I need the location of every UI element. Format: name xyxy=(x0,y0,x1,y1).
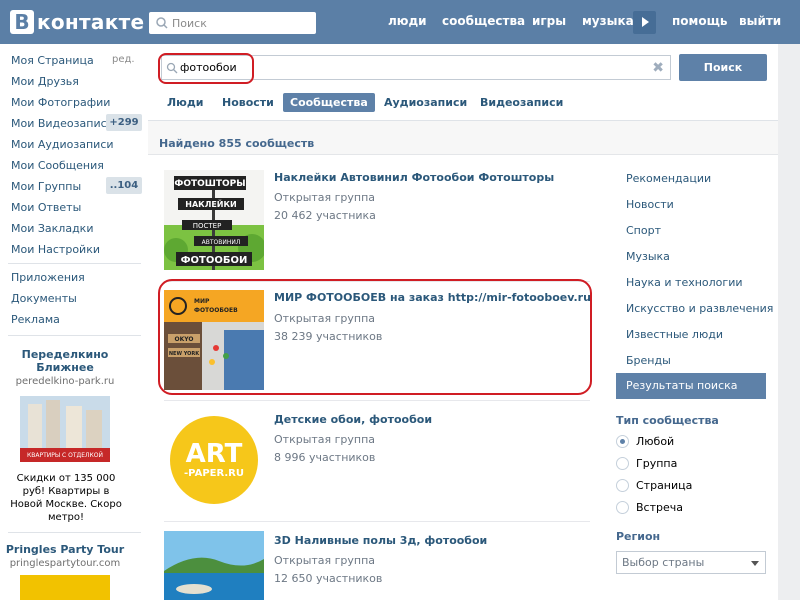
videos-count-badge[interactable]: +299 xyxy=(106,114,142,131)
ad-title[interactable]: Переделкино Ближнее xyxy=(0,348,130,374)
vk-logo-icon: В xyxy=(10,10,34,34)
avatar-word: АВТОВИНИЛ xyxy=(202,239,241,246)
nav-communities[interactable]: сообщества xyxy=(442,14,525,28)
filter-category-sport[interactable]: Спорт xyxy=(626,224,661,237)
result-divider xyxy=(164,400,590,401)
top-header: В контакте Поиск люди сообщества игры му… xyxy=(0,0,800,44)
region-select-value: Выбор страны xyxy=(622,556,705,569)
search-icon xyxy=(156,17,168,29)
radio-group-label[interactable]: Группа xyxy=(636,457,677,470)
filter-category-news[interactable]: Новости xyxy=(626,198,674,211)
sidebar-item-documents[interactable]: Документы xyxy=(11,292,77,305)
results-count: Найдено 855 сообществ xyxy=(159,137,315,150)
community-members: 20 462 участника xyxy=(274,209,376,222)
sidebar-divider xyxy=(8,532,141,533)
tab-people[interactable]: Люди xyxy=(167,93,203,112)
nav-logout[interactable]: выйти xyxy=(739,14,781,28)
community-avatar[interactable]: ФОТОШТОРЫ НАКЛЕЙКИ ПОСТЕР АВТОВИНИЛ ФОТО… xyxy=(164,170,264,270)
header-search-input[interactable]: Поиск xyxy=(149,12,316,34)
ad-url[interactable]: pringlespartytour.com xyxy=(0,558,130,569)
radio-page-label[interactable]: Страница xyxy=(636,479,692,492)
radio-page[interactable] xyxy=(616,479,629,492)
tab-video[interactable]: Видеозаписи xyxy=(480,93,563,112)
ad-image-pringles[interactable] xyxy=(20,575,110,600)
sidebar-item-bookmarks[interactable]: Мои Закладки xyxy=(11,222,93,235)
ad-url[interactable]: peredelkino-park.ru xyxy=(0,376,130,387)
search-button[interactable]: Поиск xyxy=(679,54,767,81)
radio-any-label[interactable]: Любой xyxy=(636,435,674,448)
sidebar-item-groups[interactable]: Мои Группы xyxy=(11,180,81,193)
avatar-word: ПОСТЕР xyxy=(193,222,222,230)
community-type: Открытая группа xyxy=(274,191,376,204)
community-type: Открытая группа xyxy=(274,433,376,446)
sidebar-item-apps[interactable]: Приложения xyxy=(11,271,85,284)
community-title[interactable]: Детские обои, фотообои xyxy=(274,413,432,426)
result-divider xyxy=(164,521,590,522)
sidebar-divider xyxy=(8,335,141,336)
sidebar-item-ads[interactable]: Реклама xyxy=(11,313,60,326)
tab-news[interactable]: Новости xyxy=(222,93,274,112)
nav-music[interactable]: музыка xyxy=(582,14,634,28)
radio-event[interactable] xyxy=(616,501,629,514)
community-avatar[interactable]: ART -PAPER.RU xyxy=(164,410,264,510)
filter-category-science[interactable]: Наука и технологии xyxy=(626,276,743,289)
nav-help[interactable]: помощь xyxy=(672,14,727,28)
clear-search-icon[interactable]: ✖ xyxy=(652,60,664,76)
groups-count-badge[interactable]: ..104 xyxy=(106,177,142,194)
avatar-word: ФОТОШТОРЫ xyxy=(174,179,245,189)
community-type: Открытая группа xyxy=(274,554,376,567)
edit-menu-link[interactable]: ред. xyxy=(112,54,135,65)
radio-event-label[interactable]: Встреча xyxy=(636,501,683,514)
avatar-word: ART xyxy=(186,439,243,469)
ad-banner-text: КВАРТИРЫ С ОТДЕЛКОЙ xyxy=(27,452,103,459)
vk-logo[interactable]: В контакте xyxy=(10,9,144,35)
radio-any[interactable] xyxy=(616,435,629,448)
filter-category-label: Результаты поиска xyxy=(626,379,738,392)
sidebar-divider xyxy=(8,263,141,264)
avatar-word: НАКЛЕЙКИ xyxy=(185,198,236,209)
header-search-placeholder: Поиск xyxy=(172,16,207,30)
sidebar-item-audio[interactable]: Мои Аудиозаписи xyxy=(11,138,114,151)
community-title[interactable]: Наклейки Автовинил Фотообои Фотошторы xyxy=(274,171,554,184)
music-play-icon[interactable] xyxy=(633,11,656,34)
tab-audio[interactable]: Аудиозаписи xyxy=(384,93,467,112)
tab-communities[interactable]: Сообщества xyxy=(283,93,375,112)
community-members: 38 239 участников xyxy=(274,330,383,343)
radio-group[interactable] xyxy=(616,457,629,470)
community-members: 12 650 участников xyxy=(274,572,383,585)
community-avatar[interactable] xyxy=(164,531,264,600)
vk-logo-text: контакте xyxy=(37,10,145,34)
sidebar-item-answers[interactable]: Мои Ответы xyxy=(11,201,81,214)
sidebar-item-settings[interactable]: Мои Настройки xyxy=(11,243,100,256)
region-heading: Регион xyxy=(616,530,661,543)
sidebar-item-my-page[interactable]: Моя Страница xyxy=(11,54,94,67)
nav-games[interactable]: игры xyxy=(532,14,566,28)
filter-category-brands[interactable]: Бренды xyxy=(626,354,671,367)
filter-category-celebrities[interactable]: Известные люди xyxy=(626,328,723,341)
filter-category-recommendations[interactable]: Рекомендации xyxy=(626,172,711,185)
ad-description[interactable]: Скидки от 135 000 руб! Квартиры в Новой … xyxy=(10,472,122,524)
community-members: 8 996 участников xyxy=(274,451,376,464)
region-select[interactable]: Выбор страны xyxy=(616,551,766,574)
sidebar-item-friends[interactable]: Мои Друзья xyxy=(11,75,79,88)
community-type: Открытая группа xyxy=(274,312,376,325)
community-title[interactable]: МИР ФОТООБОЕВ на заказ http://mir-fotoob… xyxy=(274,291,591,304)
sidebar-item-messages[interactable]: Мои Сообщения xyxy=(11,159,104,172)
filter-category-music[interactable]: Музыка xyxy=(626,250,670,263)
filter-category-search-results[interactable]: Результаты поиска xyxy=(616,373,766,399)
sidebar-item-videos[interactable]: Мои Видеозаписи xyxy=(11,117,114,130)
filter-category-arts[interactable]: Искусство и развлечения xyxy=(626,302,773,315)
nav-people[interactable]: люди xyxy=(388,14,427,28)
sidebar-item-photos[interactable]: Мои Фотографии xyxy=(11,96,110,109)
ad-image-building[interactable]: КВАРТИРЫ С ОТДЕЛКОЙ xyxy=(20,396,110,462)
community-type-heading: Тип сообщества xyxy=(616,414,719,427)
ad-title[interactable]: Pringles Party Tour xyxy=(0,543,130,556)
community-title[interactable]: 3D Наливные полы 3д, фотообои xyxy=(274,534,487,547)
avatar-word: ФОТООБОИ xyxy=(181,255,248,266)
avatar-word: -PAPER.RU xyxy=(184,468,244,479)
search-highlight-annotation xyxy=(158,53,254,84)
